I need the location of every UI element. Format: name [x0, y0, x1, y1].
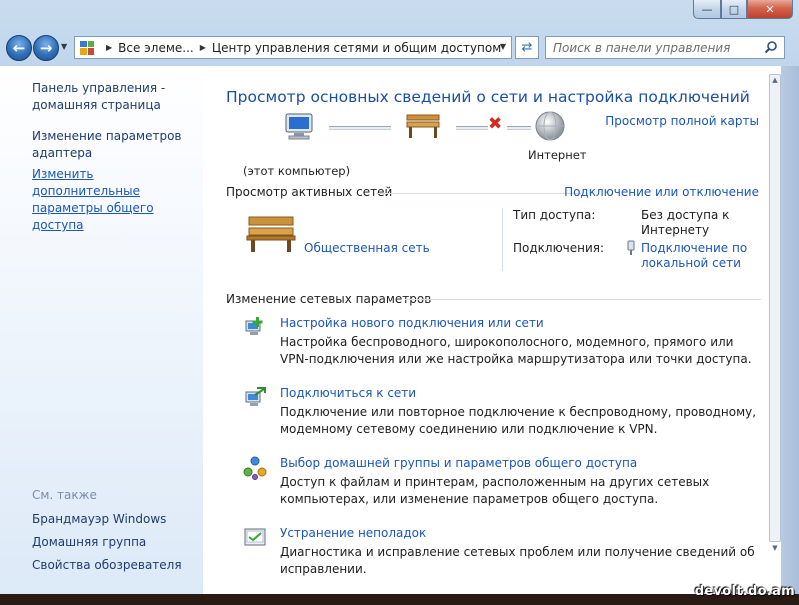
sidebar-item-internet-options[interactable]: Свойства обозревателя — [32, 557, 182, 574]
control-panel-icon — [80, 40, 94, 55]
scroll-up-icon[interactable]: ▲ — [770, 76, 780, 84]
troubleshoot-link[interactable]: Устранение неполадок — [280, 526, 426, 540]
error-x-icon: ✖ — [488, 114, 503, 134]
sidebar-item-home[interactable]: Панель управления - домашняя страница — [32, 80, 192, 114]
breadcrumb-root[interactable]: Все элеме... — [118, 41, 194, 55]
sidebar-item-advanced-sharing[interactable]: Изменить дополнительные параметры общего… — [32, 166, 192, 234]
close-button[interactable]: ✕ — [747, 0, 793, 19]
sidebar: Панель управления - домашняя страница Из… — [0, 66, 203, 594]
minimize-button[interactable]: — — [693, 0, 721, 19]
chevron-right-icon[interactable]: ▶ — [106, 43, 112, 52]
search-box[interactable] — [545, 36, 785, 59]
connection-line — [456, 126, 488, 130]
access-type-label: Тип доступа: — [513, 208, 596, 222]
window-border — [781, 66, 799, 594]
change-settings-header: Изменение сетевых параметров — [226, 292, 432, 306]
recent-pages-dropdown-icon[interactable]: ▼ — [61, 42, 67, 51]
connections-label: Подключения: — [513, 241, 605, 255]
connect-network-icon[interactable] — [243, 386, 267, 410]
troubleshoot-icon[interactable] — [243, 526, 267, 550]
back-button[interactable]: ← — [6, 35, 32, 61]
caption-buttons: — □ ✕ — [693, 0, 793, 19]
task-description: Диагностика и исправление сетевых пробле… — [280, 545, 755, 576]
scroll-down-icon[interactable]: ▼ — [770, 544, 780, 552]
new-connection-link[interactable]: Настройка нового подключения или сети — [280, 316, 544, 330]
forward-button[interactable]: → — [33, 35, 59, 61]
divider — [502, 208, 503, 271]
connection-line — [329, 126, 391, 130]
local-connection-link[interactable]: Подключение по локальной сети — [641, 241, 751, 271]
search-icon[interactable] — [764, 40, 778, 54]
sidebar-item-homegroup[interactable]: Домашняя группа — [32, 534, 146, 551]
taskbar — [0, 594, 799, 605]
computer-icon[interactable] — [283, 112, 315, 142]
sidebar-item-firewall[interactable]: Брандмауэр Windows — [32, 511, 166, 528]
task-description: Подключение или повторное подключение к … — [280, 405, 757, 436]
address-dropdown-icon[interactable]: ▼ — [500, 42, 506, 51]
watermark: devolt.do.am — [694, 584, 795, 599]
task-description: Настройка беспроводного, широкополосного… — [280, 335, 752, 366]
network-name-link[interactable]: Общественная сеть — [304, 241, 430, 255]
globe-icon[interactable] — [534, 110, 566, 142]
sidebar-item-adapter-settings[interactable]: Изменение параметров адаптера — [32, 128, 182, 162]
content-area: Панель управления - домашняя страница Из… — [0, 66, 799, 594]
divider — [376, 193, 581, 194]
search-input[interactable] — [553, 40, 763, 55]
main-panel: ? Просмотр основных сведений о сети и на… — [203, 66, 793, 594]
connection-line — [507, 126, 531, 130]
scrollbar-track[interactable] — [769, 74, 781, 542]
bench-icon[interactable] — [405, 112, 441, 140]
access-type-value: Без доступа к Интернету — [641, 208, 730, 237]
connect-to-network-link[interactable]: Подключиться к сети — [280, 386, 416, 400]
vertical-scrollbar[interactable]: ▲ ▼ — [767, 66, 781, 594]
active-networks-header: Просмотр активных сетей — [226, 185, 393, 199]
network-map: ✖ (этот компьютер) Интернет Просмотр пол… — [226, 110, 771, 180]
new-connection-icon[interactable] — [243, 316, 267, 340]
divider — [405, 299, 761, 300]
window-frame: — □ ✕ ← → ▼ ▶ Все элеме... ▶ Центр управ… — [0, 0, 799, 605]
refresh-button[interactable]: ⇄ — [515, 36, 539, 59]
network-adapter-icon — [627, 240, 635, 255]
connect-disconnect-link[interactable]: Подключение или отключение — [564, 185, 759, 199]
refresh-icon: ⇄ — [521, 40, 533, 55]
homegroup-icon[interactable] — [243, 456, 267, 480]
view-full-map-link[interactable]: Просмотр полной карты — [605, 114, 759, 128]
maximize-button[interactable]: □ — [721, 0, 747, 19]
breadcrumb-current[interactable]: Центр управления сетями и общим доступом — [212, 41, 501, 55]
active-network-panel: Общественная сеть Тип доступа: Без досту… — [226, 204, 771, 276]
homegroup-link[interactable]: Выбор домашней группы и параметров общег… — [280, 456, 637, 470]
navigation-bar: ← → ▼ ▶ Все элеме... ▶ Центр управления … — [0, 30, 799, 66]
address-bar[interactable]: ▶ Все элеме... ▶ Центр управления сетями… — [74, 36, 512, 59]
page-title: Просмотр основных сведений о сети и наст… — [226, 88, 750, 106]
this-computer-label: (этот компьютер) — [243, 164, 351, 178]
task-description: Доступ к файлам и принтерам, расположенн… — [280, 475, 710, 506]
public-network-icon[interactable] — [246, 214, 296, 254]
see-also-header: См. также — [32, 488, 97, 502]
chevron-right-icon[interactable]: ▶ — [200, 43, 206, 52]
internet-label: Интернет — [528, 148, 587, 162]
